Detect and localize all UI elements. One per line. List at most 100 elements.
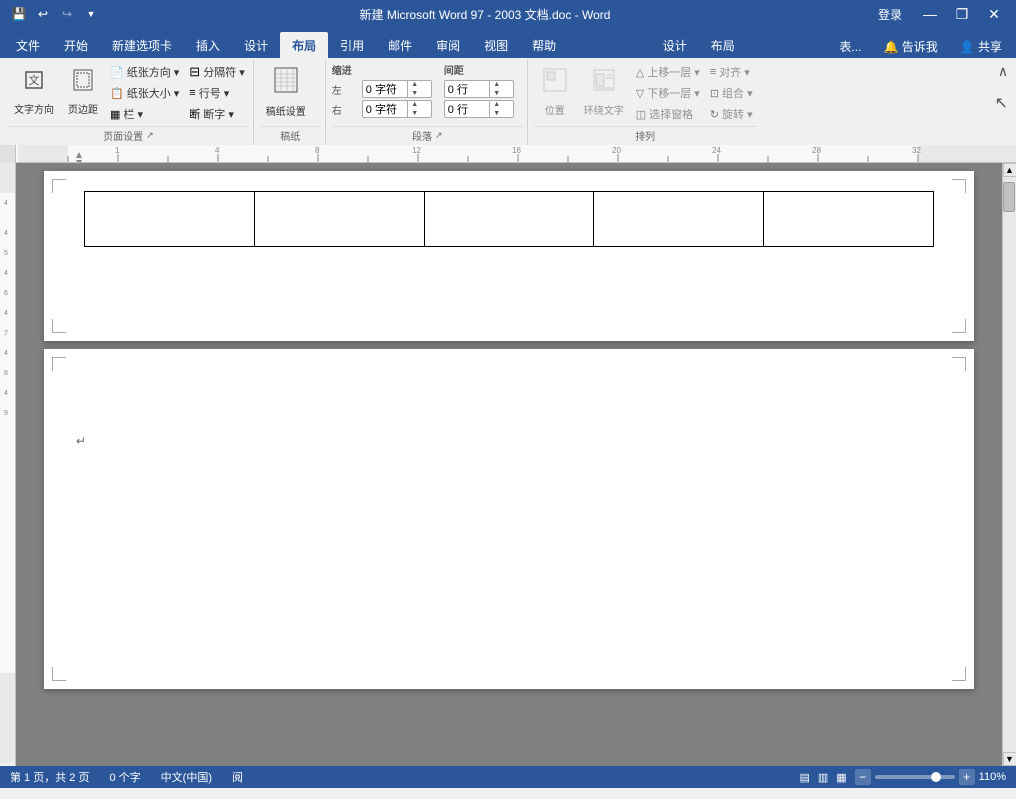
group-page-setup-label: 页面设置 [103,128,143,143]
page-size-label: 纸张大小 ▾ [127,85,180,101]
group-paragraph-footer: 段落 ↗ [332,126,523,143]
indent-left-input[interactable]: ▲ ▼ [362,80,432,98]
scroll-down-button[interactable]: ▼ [1003,752,1016,766]
margins-button[interactable]: 页边距 [62,62,104,122]
wrap-text-button[interactable]: 环绕文字 [578,62,630,122]
ribbon-right-actions: 表... 🔔 告诉我 👤 共享 [829,35,1016,58]
tab-layout2[interactable]: 布局 [699,32,747,58]
tab-design[interactable]: 设计 [232,32,280,58]
restore-button[interactable]: ❐ [948,0,976,28]
indent-right-field[interactable] [363,103,407,115]
indent-right-input[interactable]: ▲ ▼ [362,100,432,118]
minimize-button[interactable]: — [916,0,944,28]
group-page-setup-expand[interactable]: ↗ [146,130,154,141]
zoom-slider-thumb[interactable] [931,772,941,782]
collapse-ribbon-button[interactable]: ∧ [994,62,1012,80]
align-button[interactable]: ≡ 对齐 ▾ [706,62,757,82]
scroll-track[interactable] [1003,177,1016,752]
position-icon [542,67,568,100]
page-orientation-button[interactable]: 📄 纸张方向 ▾ [106,62,183,82]
tell-me-button[interactable]: 🔔 告诉我 [873,35,947,58]
spacing-before-field[interactable] [445,83,489,95]
svg-text:4: 4 [4,230,8,237]
document-table[interactable] [84,191,934,247]
statusbar: 第 1 页，共 2 页 0 个字 中文(中国) 阅 ▤ ▥ ▦ − + 110% [0,766,1016,788]
table-cell[interactable] [764,192,934,247]
indent-right-up[interactable]: ▲ [408,100,422,109]
spacing-after-input[interactable]: ▲ ▼ [444,100,514,118]
spacing-after-field[interactable] [445,103,489,115]
hyphenation-button[interactable]: 断 断字 ▾ [185,104,248,124]
close-button[interactable]: ✕ [980,0,1008,28]
text-direction-button[interactable]: 文 文字方向 [8,62,60,122]
redo-qat-button[interactable]: ↪ [56,3,78,25]
indent-left-down[interactable]: ▼ [408,89,422,98]
indent-left-up[interactable]: ▲ [408,80,422,89]
hyphenation-label: 断字 ▾ [203,106,234,122]
align-icon: ≡ [710,66,716,78]
rotate-button[interactable]: ↻ 旋转 ▾ [706,104,757,124]
save-qat-button[interactable]: 💾 [8,3,30,25]
view-read-button[interactable]: ▦ [836,771,846,784]
tab-new[interactable]: 新建选项卡 [100,32,184,58]
spacing-after-up[interactable]: ▲ [490,100,504,109]
indent-right-down[interactable]: ▼ [408,109,422,118]
group-page-setup-footer: 页面设置 ↗ [8,126,249,143]
tab-design2[interactable]: 设计 [651,32,699,58]
horizontal-ruler[interactable]: 1 4 8 12 16 20 [16,145,1016,163]
login-label: 登录 [878,6,902,23]
tab-help[interactable]: 帮助 [520,32,568,58]
svg-text:20: 20 [612,146,621,155]
group-button[interactable]: ⊡ 组合 ▾ [706,83,757,103]
view-normal-button[interactable]: ▤ [799,771,809,784]
send-backward-button[interactable]: ▽ 下移一层 ▾ [632,83,704,103]
spacing-before-input[interactable]: ▲ ▼ [444,80,514,98]
table-cell[interactable] [594,192,764,247]
page1-corner-tl [52,179,66,193]
zoom-in-button[interactable]: + [959,769,975,785]
view-web-button[interactable]: ▥ [818,771,828,784]
ruler-left-margin [0,145,16,163]
spacing-before-down[interactable]: ▼ [490,89,504,98]
indent-left-field[interactable] [363,83,407,95]
table-info-button[interactable]: 表... [829,35,871,58]
position-button[interactable]: 位置 [534,62,576,122]
titlebar: 💾 ↩ ↪ ▼ 新建 Microsoft Word 97 - 2003 文档.d… [0,0,1016,28]
share-button[interactable]: 👤 共享 [950,35,1012,58]
line-numbers-button[interactable]: ≡ 行号 ▾ [185,83,248,103]
page-size-button[interactable]: 📋 纸张大小 ▾ [106,83,183,103]
svg-text:8: 8 [315,146,320,155]
spacing-label: 间距 [444,62,514,77]
login-button[interactable]: 登录 [868,3,912,26]
tab-layout[interactable]: 布局 [280,32,328,58]
bring-forward-button[interactable]: △ 上移一层 ▾ [632,62,704,82]
tab-review[interactable]: 审阅 [424,32,472,58]
selection-pane-button[interactable]: ◫ 选择窗格 [632,104,704,124]
paragraph-mark: ↵ [76,434,86,448]
zoom-out-button[interactable]: − [855,769,871,785]
arrange-col2: ≡ 对齐 ▾ ⊡ 组合 ▾ ↻ 旋转 ▾ [706,62,757,124]
scroll-thumb[interactable] [1003,182,1015,212]
table-cell[interactable] [85,192,255,247]
tab-references[interactable]: 引用 [328,32,376,58]
document-area[interactable]: ↵ [16,163,1002,766]
columns-icon: ▦ [110,108,120,121]
breaks-button[interactable]: ⊟ 分隔符 ▾ [185,62,248,82]
zoom-slider[interactable] [875,775,955,779]
tab-file[interactable]: 文件 [4,32,52,58]
columns-button[interactable]: ▦ 栏 ▾ [106,104,183,124]
group-paragraph-expand[interactable]: ↗ [435,130,443,141]
vertical-scrollbar[interactable]: ▲ ▼ [1002,163,1016,766]
tab-mailings[interactable]: 邮件 [376,32,424,58]
tab-home[interactable]: 开始 [52,32,100,58]
table-cell[interactable] [424,192,594,247]
table-cell[interactable] [254,192,424,247]
customize-qat-button[interactable]: ▼ [80,3,102,25]
spacing-after-down[interactable]: ▼ [490,109,504,118]
scroll-up-button[interactable]: ▲ [1003,163,1016,177]
draft-paper-button[interactable]: 稿纸设置 [260,62,312,122]
undo-qat-button[interactable]: ↩ [32,3,54,25]
spacing-before-up[interactable]: ▲ [490,80,504,89]
tab-view[interactable]: 视图 [472,32,520,58]
tab-insert[interactable]: 插入 [184,32,232,58]
